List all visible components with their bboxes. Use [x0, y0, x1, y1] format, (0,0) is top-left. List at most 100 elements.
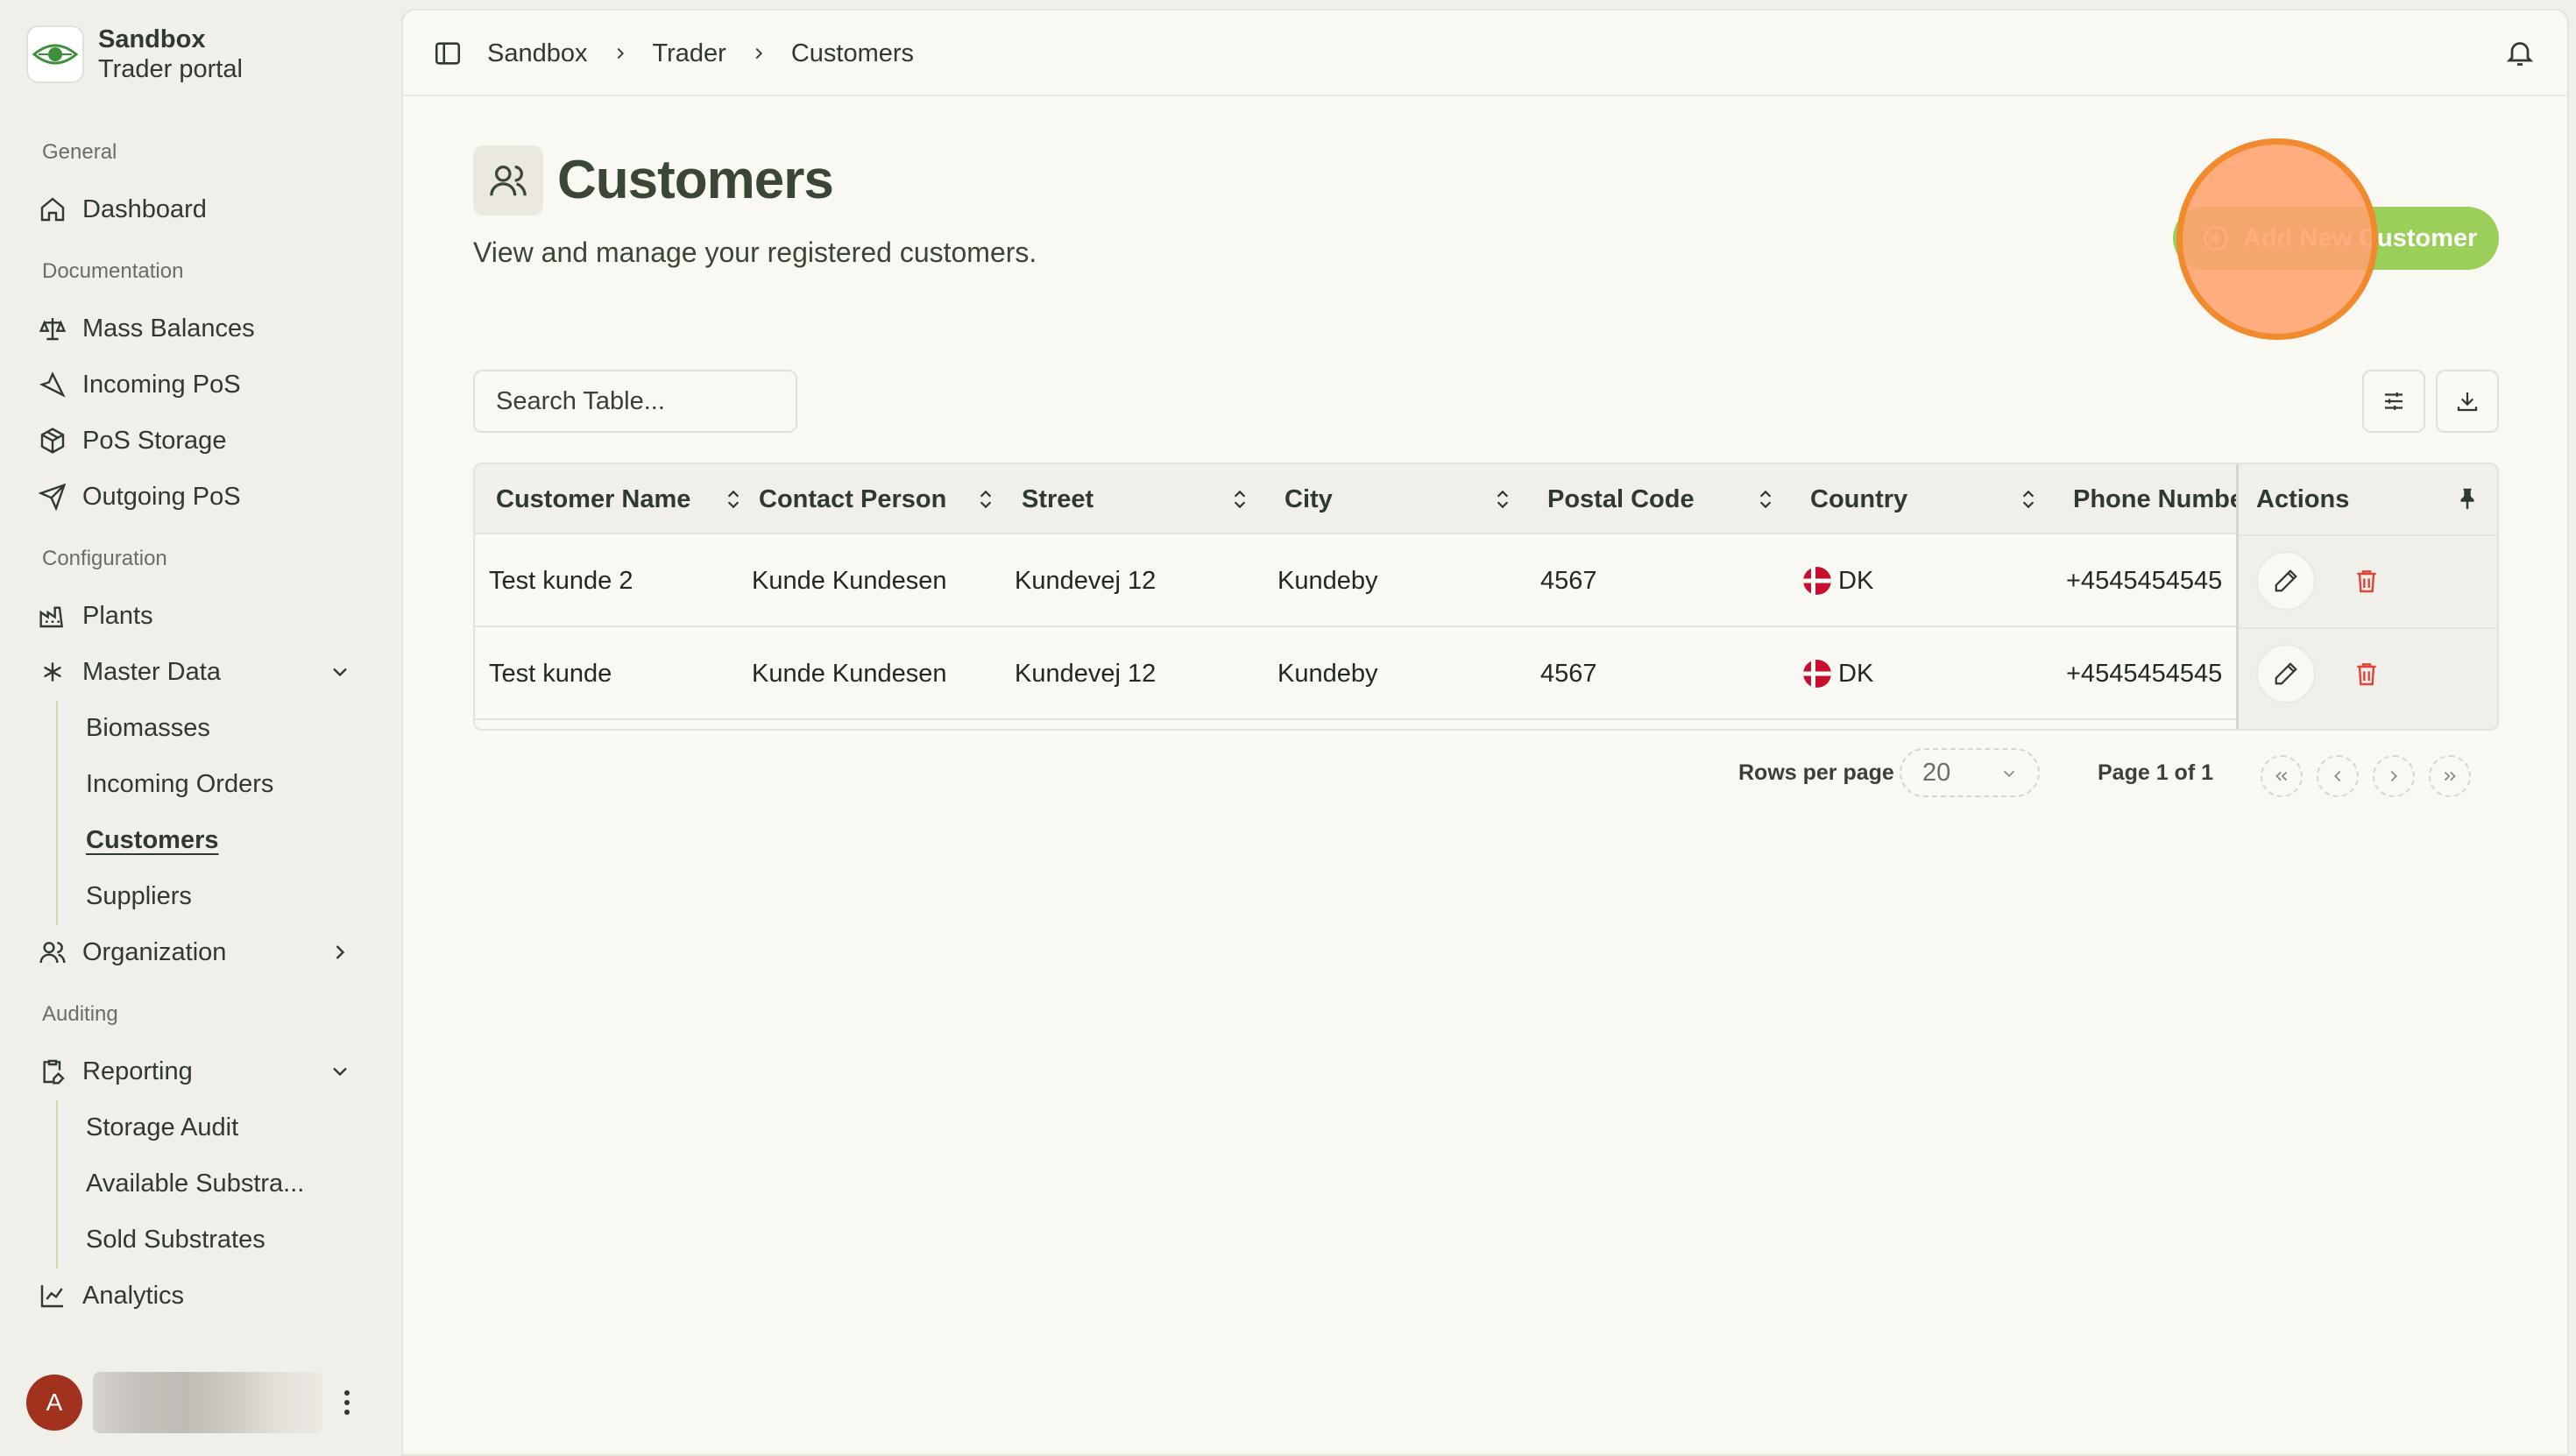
next-page-button[interactable]: [2373, 755, 2415, 797]
customers-table: Customer Name Contact Person Street City…: [473, 463, 2499, 731]
sidebar: Sandbox Trader portal General Dashboard …: [0, 0, 401, 1456]
sidebar-item-label: Organization: [82, 937, 227, 966]
delete-button[interactable]: [2349, 656, 2384, 691]
sidebar-item-outgoing-pos[interactable]: Outgoing PoS: [39, 472, 363, 521]
cell-city: Kundeby: [1277, 659, 1378, 688]
more-vertical-icon[interactable]: [338, 1385, 356, 1420]
sidebar-item-pos-storage[interactable]: PoS Storage: [39, 416, 363, 465]
sidebar-item-organization[interactable]: Organization: [39, 928, 363, 977]
sidebar-subitem-biomasses[interactable]: Biomasses: [86, 705, 375, 751]
first-page-button[interactable]: [2261, 755, 2303, 797]
bell-icon[interactable]: [2504, 37, 2536, 68]
cell-customer-name: Test kunde 2: [489, 566, 633, 595]
sidebar-subitem-customers[interactable]: Customers: [86, 817, 375, 863]
users-icon: [473, 145, 543, 216]
sidebar-item-label: Mass Balances: [82, 314, 255, 343]
sidebar-item-label: Master Data: [82, 657, 221, 686]
sidebar-item-mass-balances[interactable]: Mass Balances: [39, 304, 363, 353]
actions-column: Actions: [2236, 464, 2497, 729]
section-configuration: Configuration: [42, 547, 167, 570]
cell-postal-code: 4567: [1540, 659, 1597, 688]
sidebar-item-label: Plants: [82, 601, 153, 630]
brand-title: Sandbox: [98, 25, 206, 53]
sort-icon[interactable]: [1228, 487, 1251, 512]
sort-icon[interactable]: [722, 487, 745, 512]
table-row: Test kunde 2 Kunde Kundesen Kundevej 12 …: [475, 534, 2497, 627]
asterisk-icon: [44, 662, 61, 682]
sort-icon[interactable]: [2017, 487, 2040, 512]
sidebar-subitem-sold-substrates[interactable]: Sold Substrates: [86, 1217, 375, 1262]
download-button[interactable]: [2436, 370, 2499, 433]
sidebar-item-plants[interactable]: Plants: [39, 591, 363, 640]
add-customer-label: Add New Customer: [2243, 223, 2478, 252]
column-header-city[interactable]: City: [1284, 464, 1539, 534]
sidebar-subitem-suppliers[interactable]: Suppliers: [86, 873, 375, 919]
breadcrumb-trader[interactable]: Trader: [653, 39, 726, 68]
line-chart-icon: [40, 1285, 63, 1308]
cell-contact-person: Kunde Kundesen: [752, 566, 947, 595]
chevrons-right-icon: [2444, 771, 2456, 781]
breadcrumb-sandbox[interactable]: Sandbox: [487, 39, 588, 68]
chevron-right-icon[interactable]: [328, 940, 352, 965]
previous-page-button[interactable]: [2317, 755, 2359, 797]
sidebar-subitem-incoming-orders[interactable]: Incoming Orders: [86, 761, 375, 807]
cell-phone: +4545454545: [2066, 659, 2223, 688]
sidebar-item-analytics[interactable]: Analytics: [39, 1271, 363, 1320]
pencil-icon: [2275, 569, 2297, 592]
brand[interactable]: Sandbox Trader portal: [26, 25, 243, 84]
delete-button[interactable]: [2349, 563, 2384, 598]
cell-postal-code: 4567: [1540, 566, 1597, 595]
add-customer-button[interactable]: Add New Customer: [2173, 207, 2499, 270]
column-header-street[interactable]: Street: [1022, 464, 1276, 534]
page-title: Customers: [557, 150, 834, 210]
sort-icon[interactable]: [1754, 487, 1777, 512]
cell-phone: +4545454545: [2066, 566, 2223, 595]
page-subtitle: View and manage your registered customer…: [473, 237, 1037, 268]
sidebar-item-label: Dashboard: [82, 194, 207, 223]
sidebar-item-label: Reporting: [82, 1057, 193, 1085]
user-menu[interactable]: A: [26, 1372, 356, 1433]
cell-country: DK: [1803, 534, 2057, 627]
chevron-down-icon[interactable]: [328, 660, 352, 684]
pencil-icon: [2275, 662, 2297, 685]
sidebar-item-label: PoS Storage: [82, 426, 227, 455]
search-input[interactable]: [473, 370, 797, 433]
home-icon: [40, 197, 65, 222]
sidebar-subitem-storage-audit[interactable]: Storage Audit: [86, 1105, 375, 1150]
column-settings-button[interactable]: [2362, 370, 2425, 433]
sidebar-item-reporting[interactable]: Reporting: [39, 1047, 363, 1096]
sidebar-item-master-data[interactable]: Master Data: [39, 647, 363, 696]
column-header-customer-name[interactable]: Customer Name: [496, 464, 750, 534]
sidebar-item-incoming-pos[interactable]: Incoming PoS: [39, 360, 363, 409]
chevron-down-icon[interactable]: [328, 1059, 352, 1084]
chevron-right-icon: [755, 47, 762, 60]
rows-per-page-label: Rows per page: [1738, 760, 1894, 785]
denmark-flag-icon: [1803, 567, 1831, 595]
scale-icon: [39, 318, 67, 341]
sidebar-subitem-available-substrates[interactable]: Available Substra...: [86, 1161, 375, 1206]
clipboard-edit-icon: [43, 1059, 65, 1085]
rows-per-page-select[interactable]: 20: [1900, 748, 2040, 797]
edit-button[interactable]: [2256, 644, 2316, 703]
column-header-phone-number[interactable]: Phone Numbe: [2073, 464, 2240, 534]
avatar[interactable]: A: [26, 1375, 82, 1431]
column-header-postal-code[interactable]: Postal Code: [1547, 464, 1801, 534]
sliders-icon: [2385, 392, 2403, 410]
user-name-redacted: [93, 1372, 322, 1433]
factory-icon: [39, 606, 64, 628]
column-header-contact-person[interactable]: Contact Person: [759, 464, 1013, 534]
column-header-country[interactable]: Country: [1810, 464, 2064, 534]
sidebar-item-dashboard[interactable]: Dashboard: [39, 185, 363, 234]
pin-icon[interactable]: [2454, 485, 2480, 512]
sidebar-toggle-icon[interactable]: [433, 39, 463, 68]
chevron-right-icon: [2390, 770, 2398, 782]
edit-button[interactable]: [2256, 551, 2316, 611]
sort-icon[interactable]: [1491, 487, 1514, 512]
sidebar-item-label: Analytics: [82, 1281, 185, 1310]
send-icon: [39, 483, 67, 511]
sidebar-item-label: Outgoing PoS: [82, 482, 241, 511]
trash-icon: [2357, 570, 2376, 593]
last-page-button[interactable]: [2429, 755, 2471, 797]
sort-icon[interactable]: [974, 487, 997, 512]
denmark-flag-icon: [1803, 660, 1831, 688]
